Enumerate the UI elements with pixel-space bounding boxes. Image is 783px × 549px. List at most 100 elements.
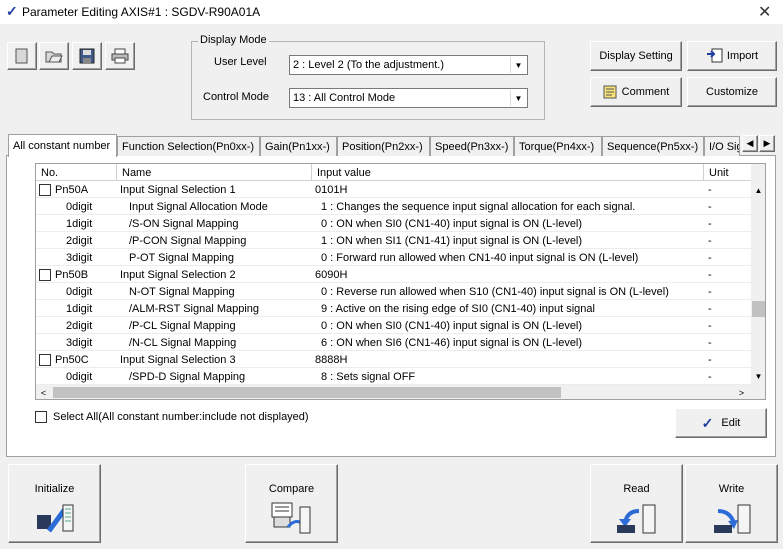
- tab-gain[interactable]: Gain(Pn1xx-): [260, 136, 337, 156]
- print-icon: [111, 48, 129, 64]
- table-row[interactable]: 2digit/P-CL Signal Mapping 0 : ON when SI…: [36, 317, 752, 334]
- tab-speed[interactable]: Speed(Pn3xx-): [430, 136, 514, 156]
- row-no-cell: 0digit: [36, 368, 117, 385]
- tab-bar: All constant number Function Selection(P…: [8, 134, 740, 157]
- tab-function-selection[interactable]: Function Selection(Pn0xx-): [117, 136, 260, 156]
- table-row[interactable]: Pn50A Input Signal Selection 1 0101H -: [36, 181, 752, 198]
- row-no: 0digit: [66, 285, 93, 298]
- table-row[interactable]: 3digit P-OT Signal Mapping 0 : Forward run…: [36, 249, 752, 266]
- row-unit: -: [708, 319, 712, 332]
- row-unit: -: [708, 251, 712, 264]
- initialize-label: Initialize: [34, 483, 75, 495]
- table-row[interactable]: 1digit/ALM-RST Signal Mapping 9 : Active …: [36, 300, 752, 317]
- row-no: 0digit: [66, 200, 93, 213]
- close-icon[interactable]: ✕: [758, 2, 771, 22]
- row-no: 3digit: [66, 336, 93, 349]
- parameter-grid: No. Name Input value Unit Pn50A Input Sig…: [35, 163, 766, 400]
- row-checkbox[interactable]: [39, 183, 51, 196]
- chevron-down-icon: ▼: [510, 57, 526, 73]
- row-input-value[interactable]: 1 : ON when SI1 (CN1-41) input signal is…: [312, 232, 704, 249]
- row-no-cell: 2digit: [36, 232, 117, 249]
- scroll-left-icon[interactable]: <: [36, 385, 51, 399]
- row-name: Input Signal Selection 1: [120, 183, 236, 196]
- table-row[interactable]: 3digit/N-CL Signal Mapping 6 : ON when SI…: [36, 334, 752, 351]
- print-button[interactable]: [105, 42, 135, 70]
- row-unit: -: [708, 268, 712, 281]
- row-input-value[interactable]: 0 : ON when SI0 (CN1-40) input signal is…: [312, 215, 704, 232]
- open-button[interactable]: [39, 42, 69, 70]
- save-icon: [79, 48, 95, 64]
- edit-label: Edit: [721, 417, 741, 429]
- control-mode-select[interactable]: 13 : All Control Mode ▼: [289, 88, 528, 108]
- compare-icon: [271, 502, 310, 534]
- row-name: N-OT Signal Mapping: [129, 285, 235, 298]
- user-level-value: 2 : Level 2 (To the adjustment.): [293, 59, 445, 71]
- table-row[interactable]: 0digit/SPD-D Signal Mapping 8 : Sets sign…: [36, 368, 752, 385]
- row-unit: -: [708, 217, 712, 230]
- display-mode-group: [191, 41, 545, 120]
- row-input-value[interactable]: 0 : Reverse run allowed when S10 (CN1-40…: [312, 283, 704, 300]
- row-no-cell: 0digit: [36, 283, 117, 300]
- row-input-value[interactable]: 6090H: [312, 266, 704, 283]
- row-checkbox[interactable]: [39, 353, 51, 366]
- vertical-scroll-thumb[interactable]: [752, 301, 765, 317]
- row-checkbox[interactable]: [39, 268, 51, 281]
- table-row[interactable]: 1digit/S-ON Signal Mapping 0 : ON when SI…: [36, 215, 752, 232]
- chevron-right-icon: ▶: [763, 138, 771, 148]
- row-input-value[interactable]: 8888H: [312, 351, 704, 368]
- write-button[interactable]: Write: [685, 464, 778, 543]
- row-no: 2digit: [66, 234, 93, 247]
- new-button[interactable]: [7, 42, 37, 70]
- tab-sequence[interactable]: Sequence(Pn5xx-): [602, 136, 704, 156]
- row-input-value[interactable]: 8 : Sets signal OFF: [312, 368, 704, 385]
- tab-torque[interactable]: Torque(Pn4xx-): [514, 136, 602, 156]
- row-name: /P-CL Signal Mapping: [129, 319, 236, 332]
- edit-button[interactable]: ✓ Edit: [675, 408, 767, 438]
- table-row[interactable]: 0digit N-OT Signal Mapping 0 : Reverse run…: [36, 283, 752, 300]
- display-setting-button[interactable]: Display Setting: [590, 41, 682, 71]
- tab-scroll-left-button[interactable]: ◀: [742, 135, 758, 152]
- compare-button[interactable]: Compare: [245, 464, 338, 543]
- tab-scroll-right-button[interactable]: ▶: [759, 135, 775, 152]
- grid-header: No. Name Input value Unit: [36, 164, 752, 181]
- row-no-cell: 0digit: [36, 198, 117, 215]
- save-button[interactable]: [72, 42, 102, 70]
- import-button[interactable]: Import: [687, 41, 777, 71]
- select-all-checkbox[interactable]: Select All(All constant number:include n…: [35, 411, 309, 423]
- column-header-no[interactable]: No.: [36, 164, 117, 181]
- row-input-value[interactable]: 9 : Active on the rising edge of SI0 (CN…: [312, 300, 704, 317]
- table-row[interactable]: 0digit Input Signal Allocation Mode 1 : Ch…: [36, 198, 752, 215]
- scroll-right-icon[interactable]: >: [734, 385, 749, 399]
- customize-button[interactable]: Customize: [687, 77, 777, 107]
- comment-button[interactable]: Comment: [590, 77, 682, 107]
- table-row[interactable]: Pn50C Input Signal Selection 3 8888H -: [36, 351, 752, 368]
- horizontal-scroll-thumb[interactable]: [53, 387, 561, 398]
- row-no: Pn50C: [55, 353, 89, 366]
- vertical-scrollbar[interactable]: ▲ ▼: [751, 164, 765, 385]
- row-input-value[interactable]: 1 : Changes the sequence input signal al…: [312, 198, 704, 215]
- tab-all-constant-number[interactable]: All constant number: [8, 134, 117, 157]
- row-unit: -: [708, 336, 712, 349]
- user-level-select[interactable]: 2 : Level 2 (To the adjustment.) ▼: [289, 55, 528, 75]
- checkbox-icon: [35, 411, 47, 423]
- column-header-unit[interactable]: Unit: [704, 164, 752, 181]
- horizontal-scrollbar[interactable]: < >: [36, 385, 765, 399]
- initialize-button[interactable]: Initialize: [8, 464, 101, 543]
- display-mode-title: Display Mode: [198, 34, 269, 46]
- table-row[interactable]: 2digit/P-CON Signal Mapping 1 : ON when S…: [36, 232, 752, 249]
- row-input-value[interactable]: 6 : ON when SI6 (CN1-46) input signal is…: [312, 334, 704, 351]
- tab-io-signal[interactable]: I/O Sign: [704, 136, 740, 156]
- row-input-value[interactable]: 0 : Forward run allowed when CN1-40 inpu…: [312, 249, 704, 266]
- table-row[interactable]: Pn50B Input Signal Selection 2 6090H -: [36, 266, 752, 283]
- row-unit: -: [708, 302, 712, 315]
- tab-position[interactable]: Position(Pn2xx-): [337, 136, 430, 156]
- scroll-up-icon[interactable]: ▲: [751, 182, 765, 199]
- scroll-down-icon[interactable]: ▼: [751, 368, 765, 385]
- row-input-value[interactable]: 0 : ON when SI0 (CN1-40) input signal is…: [312, 317, 704, 334]
- row-unit: -: [708, 353, 712, 366]
- column-header-name[interactable]: Name: [117, 164, 312, 181]
- column-header-input-value[interactable]: Input value: [312, 164, 704, 181]
- row-input-value[interactable]: 0101H: [312, 181, 704, 198]
- read-button[interactable]: Read: [590, 464, 683, 543]
- row-no-cell: 3digit: [36, 334, 117, 351]
